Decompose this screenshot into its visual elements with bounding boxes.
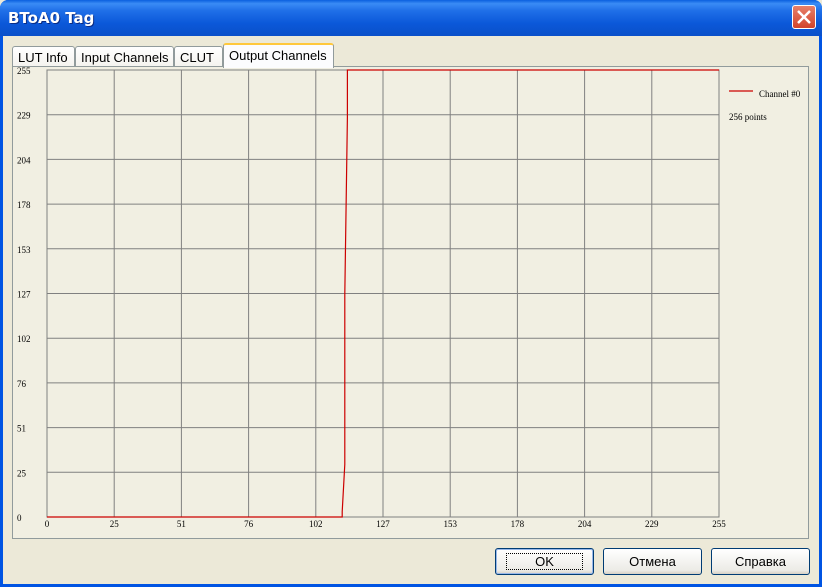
y-tick-label: 102 xyxy=(17,334,31,344)
tab-lut-info[interactable]: LUT Info xyxy=(12,46,75,67)
y-tick-label: 0 xyxy=(17,513,22,523)
x-tick-label: 153 xyxy=(443,519,457,529)
y-tick-label: 255 xyxy=(17,67,31,76)
legend-series-label: Channel #0 xyxy=(759,89,801,99)
help-button[interactable]: Справка xyxy=(711,548,810,575)
tab-clut[interactable]: CLUT xyxy=(174,46,223,67)
y-tick-label: 204 xyxy=(17,155,31,165)
y-tick-label: 25 xyxy=(17,468,27,478)
window-title: BToA0 Tag xyxy=(8,9,95,27)
dialog-client-area: LUT Info Input Channels CLUT Output Chan… xyxy=(3,36,819,584)
x-tick-label: 102 xyxy=(309,519,323,529)
x-tick-label: 229 xyxy=(645,519,659,529)
x-tick-label: 25 xyxy=(110,519,120,529)
x-tick-label: 127 xyxy=(376,519,390,529)
legend-points-label: 256 points xyxy=(729,112,767,122)
y-tick-label: 127 xyxy=(17,290,31,300)
x-tick-label: 0 xyxy=(45,519,50,529)
x-tick-label: 178 xyxy=(511,519,525,529)
ok-button[interactable]: OK xyxy=(495,548,594,575)
y-tick-label: 178 xyxy=(17,200,31,210)
cancel-button[interactable]: Отмена xyxy=(603,548,702,575)
tab-input-channels[interactable]: Input Channels xyxy=(75,46,174,67)
close-icon xyxy=(797,10,811,24)
y-tick-label: 229 xyxy=(17,111,31,121)
close-button[interactable] xyxy=(792,5,816,29)
y-tick-label: 76 xyxy=(17,379,27,389)
title-bar[interactable]: BToA0 Tag xyxy=(0,0,822,36)
tab-output-channels[interactable]: Output Channels xyxy=(223,43,334,68)
tab-panel: 0 25 51 76 102 127 153 178 204 229 255 0 25 51 76 102 12… xyxy=(12,66,809,539)
x-tick-label: 255 xyxy=(712,519,726,529)
x-tick-label: 51 xyxy=(177,519,186,529)
x-tick-label: 76 xyxy=(244,519,254,529)
y-tick-label: 51 xyxy=(17,424,26,434)
x-tick-label: 204 xyxy=(578,519,592,529)
dialog-window: BToA0 Tag LUT Info Input Channels CLUT O… xyxy=(0,0,822,587)
y-tick-label: 153 xyxy=(17,245,31,255)
output-channel-chart: 0 25 51 76 102 127 153 178 204 229 255 0 25 51 76 102 12… xyxy=(17,67,801,529)
